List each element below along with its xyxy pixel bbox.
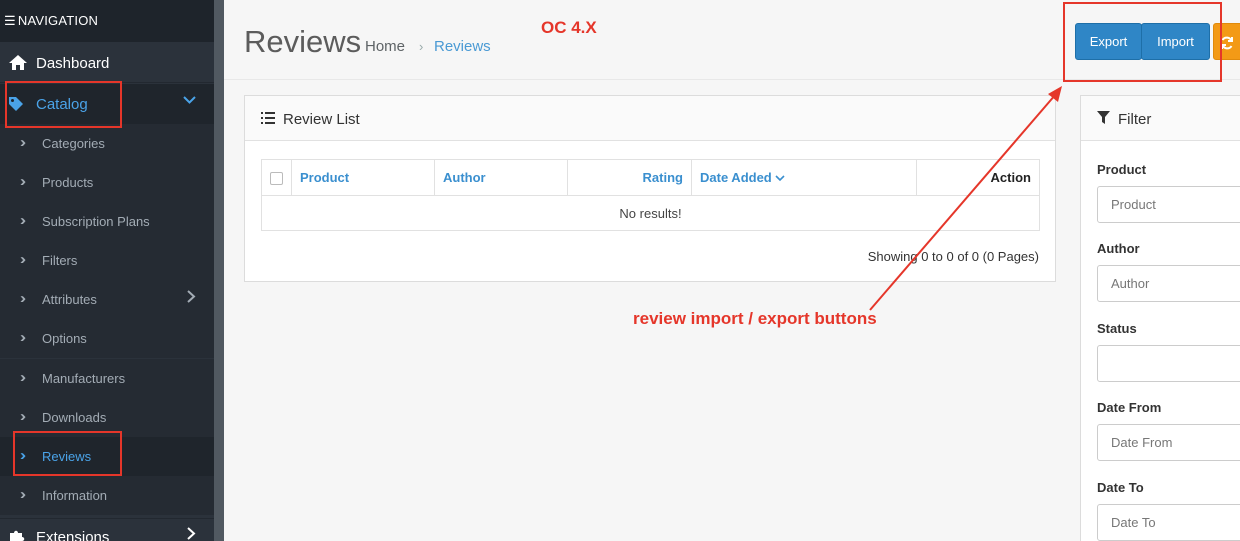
double-chevron-icon: ››	[20, 290, 26, 307]
sidebar-item-products[interactable]: ›› Products	[0, 163, 214, 202]
author-input[interactable]: Author	[1097, 265, 1240, 302]
sidebar-item-label: Extensions	[36, 529, 110, 541]
sidebar-item-manufacturers[interactable]: ›› Manufacturers	[0, 359, 214, 398]
sidebar-item-categories[interactable]: ›› Categories	[0, 124, 214, 163]
column-date-added-label: Date Added	[700, 170, 772, 185]
annotation-arrow	[869, 86, 1062, 311]
sidebar-item-label: Filters	[42, 253, 78, 268]
filter-card: Filter Product Product Author Author Sta…	[1080, 95, 1240, 541]
column-rating[interactable]: Rating	[567, 159, 692, 196]
sidebar-item-label: Categories	[42, 136, 105, 151]
sidebar-item-label: Products	[42, 175, 94, 190]
puzzle-icon	[8, 528, 26, 541]
refresh-icon	[1220, 24, 1234, 59]
double-chevron-icon: ››	[20, 134, 26, 151]
double-chevron-icon: ››	[20, 369, 26, 386]
nav-header-label: NAVIGATION	[17, 13, 99, 28]
sort-down-icon	[775, 170, 785, 185]
date-to-label: Date To	[1097, 480, 1144, 495]
sidebar-item-label: Dashboard	[36, 55, 110, 72]
catalog-highlight-box	[5, 81, 122, 128]
sidebar-item-filters[interactable]: ›› Filters	[0, 241, 214, 280]
filter-icon	[1097, 111, 1110, 128]
author-label: Author	[1097, 241, 1140, 256]
sidebar-item-label: Attributes	[42, 292, 97, 307]
breadcrumb-home[interactable]: Home	[365, 38, 405, 55]
product-input[interactable]: Product	[1097, 186, 1240, 223]
sidebar-item-attributes[interactable]: ›› Attributes	[0, 280, 214, 319]
date-to-input[interactable]: Date To	[1097, 504, 1240, 541]
sidebar-item-label: Information	[42, 488, 108, 503]
double-chevron-icon: ››	[20, 408, 26, 425]
breadcrumb-separator-icon: ›	[419, 39, 424, 54]
double-chevron-icon: ››	[20, 329, 26, 346]
date-from-label: Date From	[1097, 400, 1162, 415]
status-label: Status	[1097, 321, 1137, 336]
sidebar-scrollbar[interactable]	[214, 0, 224, 541]
chevron-right-icon	[186, 290, 196, 306]
sidebar-item-label: Subscription Plans	[42, 214, 150, 229]
chevron-down-icon	[183, 93, 196, 110]
column-author[interactable]: Author	[434, 159, 568, 196]
sidebar-item-extensions[interactable]: Extensions	[0, 518, 214, 541]
status-select[interactable]	[1097, 345, 1240, 382]
product-label: Product	[1097, 162, 1147, 177]
double-chevron-icon: ››	[20, 173, 26, 190]
double-chevron-icon: ››	[20, 251, 26, 268]
sidebar-item-subscription-plans[interactable]: ›› Subscription Plans	[0, 202, 214, 241]
filter-header: Filter	[1081, 96, 1240, 141]
filter-title: Filter	[1118, 111, 1152, 128]
buttons-highlight-box	[1063, 2, 1222, 82]
sidebar-item-options[interactable]: ›› Options	[0, 319, 214, 358]
sidebar-item-dashboard[interactable]: Dashboard	[0, 42, 214, 83]
date-from-input[interactable]: Date From	[1097, 424, 1240, 461]
reviews-highlight-box	[13, 431, 122, 476]
note-annotation: review import / export buttons	[633, 309, 877, 328]
double-chevron-icon: ››	[20, 212, 26, 229]
menu-icon[interactable]: ☰	[4, 13, 16, 28]
home-icon	[8, 54, 28, 75]
sidebar-item-label: Manufacturers	[42, 371, 126, 386]
sidebar-item-label: Options	[42, 331, 87, 346]
select-all-cell	[261, 159, 292, 196]
double-chevron-icon: ››	[20, 486, 26, 503]
breadcrumb-reviews[interactable]: Reviews	[434, 38, 491, 55]
sidebar-item-label: Downloads	[42, 410, 107, 425]
page-title: Reviews	[244, 24, 362, 59]
column-product[interactable]: Product	[291, 159, 435, 196]
chevron-right-icon	[186, 527, 196, 541]
review-list-title: Review List	[283, 111, 360, 128]
select-all-checkbox[interactable]	[270, 172, 283, 186]
nav-header: ☰ NAVIGATION	[0, 0, 214, 42]
version-annotation: OC 4.X	[541, 18, 597, 37]
sidebar-item-information[interactable]: ›› Information	[0, 476, 214, 515]
list-icon	[261, 111, 275, 127]
